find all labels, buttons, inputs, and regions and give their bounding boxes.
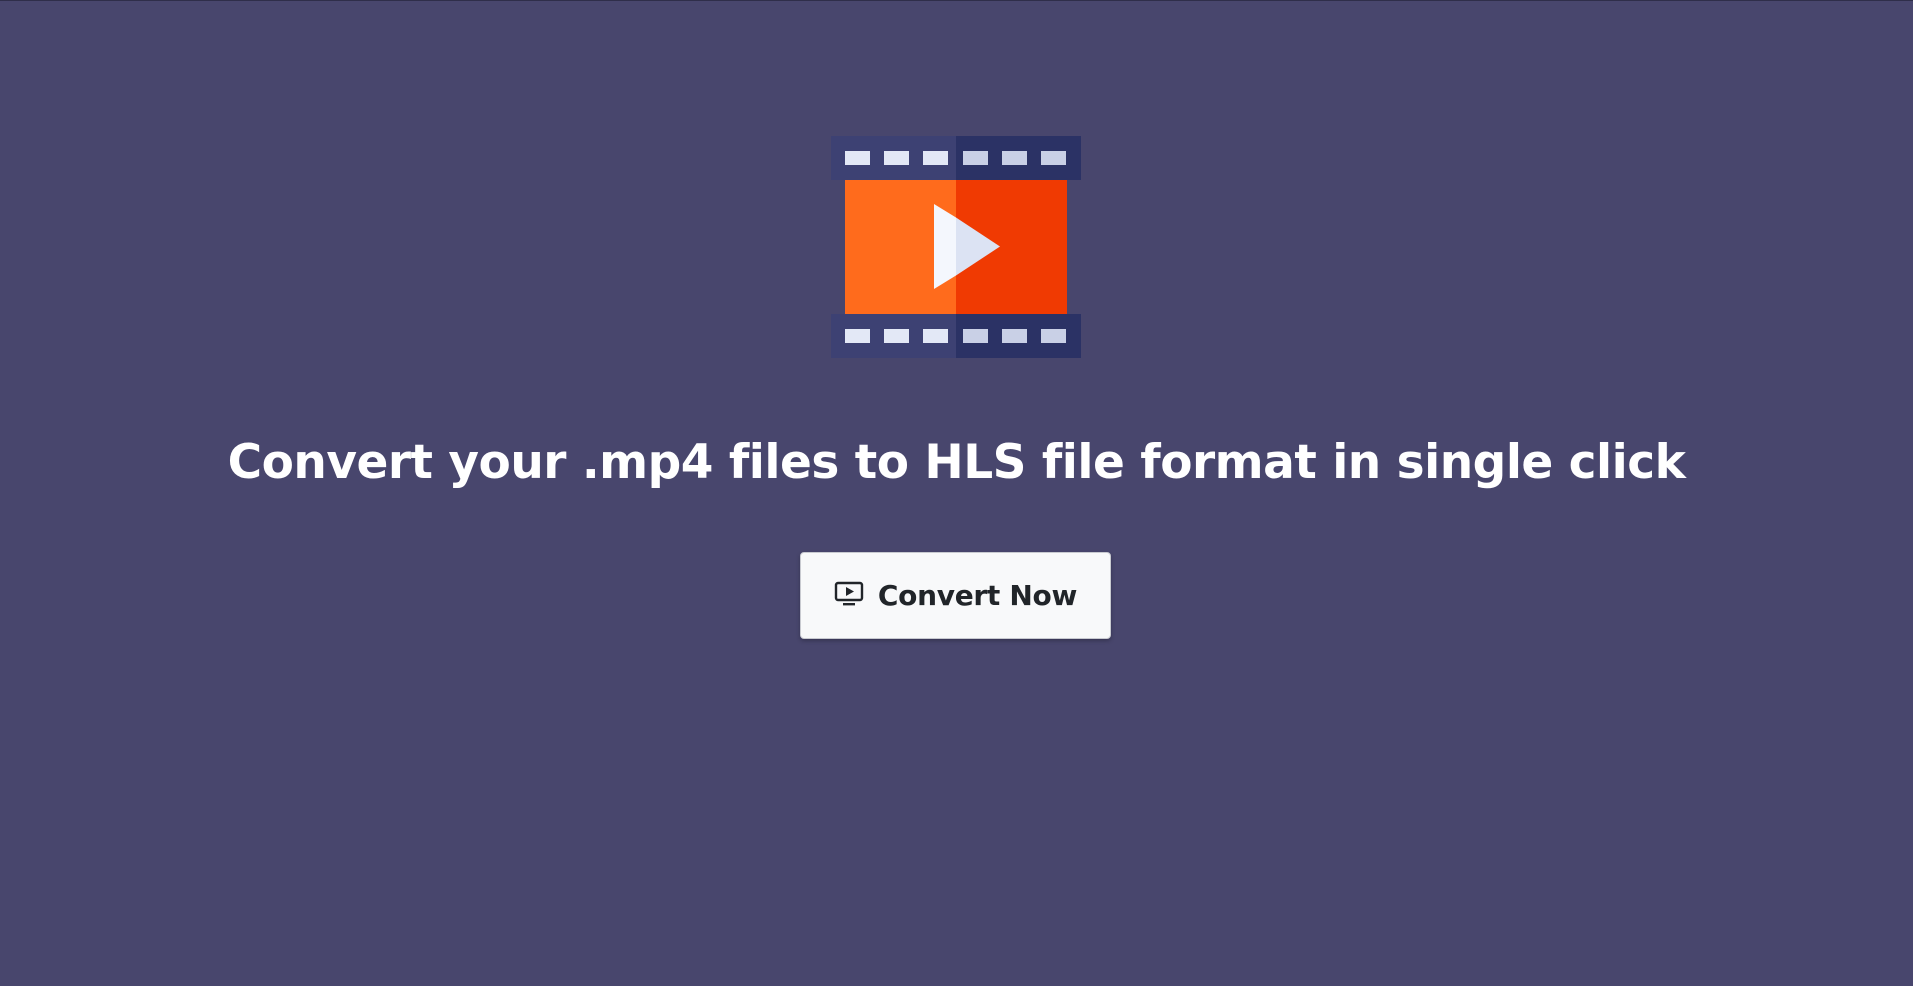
film-play-icon xyxy=(831,136,1081,358)
convert-now-label: Convert Now xyxy=(877,579,1078,612)
page: Convert your .mp4 files to HLS file form… xyxy=(0,0,1913,986)
monitor-play-icon xyxy=(834,581,864,605)
convert-now-button[interactable]: Convert Now xyxy=(800,552,1111,639)
page-title: Convert your .mp4 files to HLS file form… xyxy=(227,435,1686,490)
